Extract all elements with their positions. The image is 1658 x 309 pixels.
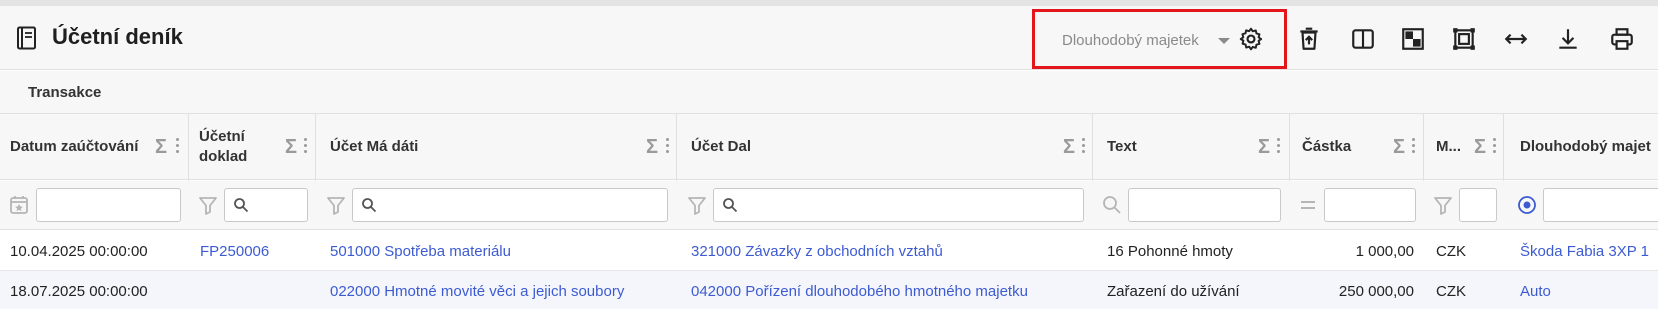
column-menu-icon[interactable] — [1493, 138, 1496, 156]
filter-input-text[interactable] — [1128, 188, 1281, 222]
tab-bar: Transakce — [0, 71, 1658, 114]
tab-transakce[interactable]: Transakce — [28, 84, 101, 101]
column-menu-icon[interactable] — [304, 138, 307, 156]
sigma-icon[interactable]: Σ — [155, 136, 167, 159]
filter-input-dal[interactable] — [713, 188, 1084, 222]
cell-text: Zařazení do užívání — [1107, 282, 1240, 300]
column-header-doklad[interactable]: Účetní doklad Σ — [189, 114, 315, 180]
filter-icon[interactable] — [686, 194, 708, 216]
cell-dal-link[interactable]: 042000 Pořízení dlouhodobého hmotného ma… — [691, 271, 1089, 309]
column-header-dal[interactable]: Účet Dal Σ — [677, 114, 1092, 180]
cell-castka: 250 000,00 — [1338, 282, 1414, 300]
column-header-text[interactable]: Text Σ — [1093, 114, 1289, 180]
split-columns-icon[interactable] — [1346, 22, 1380, 56]
cell-text: 16 Pohonné hmoty — [1107, 242, 1233, 260]
gear-icon[interactable] — [1234, 22, 1268, 56]
filter-icon[interactable] — [1432, 194, 1454, 216]
cell-datum: 18.07.2025 00:00:00 — [10, 282, 148, 300]
fit-screen-icon[interactable] — [1447, 22, 1481, 56]
page-header: Účetní deník Dlouhodobý majetek — [0, 6, 1658, 70]
filter-row — [0, 181, 1658, 230]
page-title: Účetní deník — [52, 24, 183, 49]
filter-input-datum[interactable] — [36, 188, 181, 222]
equals-icon[interactable] — [1297, 194, 1319, 216]
view-select[interactable]: Dlouhodobý majetek — [1062, 32, 1199, 49]
search-icon[interactable] — [1101, 194, 1123, 216]
download-icon[interactable] — [1551, 22, 1585, 56]
column-header-majetek[interactable]: Dlouhodobý majet — [1504, 114, 1658, 180]
filter-input-castka[interactable] — [1324, 188, 1416, 222]
sigma-icon[interactable]: Σ — [1258, 136, 1270, 159]
column-menu-icon[interactable] — [1082, 138, 1085, 156]
sigma-icon[interactable]: Σ — [1474, 136, 1486, 159]
checker-icon[interactable] — [1396, 22, 1430, 56]
expand-horizontal-icon[interactable] — [1499, 22, 1533, 56]
cell-dal-link[interactable]: 321000 Závazky z obchodních vztahů — [691, 231, 1089, 271]
cell-doklad-link[interactable]: FP250006 — [200, 231, 312, 271]
delete-upload-icon[interactable] — [1292, 22, 1326, 56]
column-header-ma-dati[interactable]: Účet Má dáti Σ — [316, 114, 676, 180]
table-row[interactable]: 18.07.2025 00:00:00 022000 Hmotné movité… — [0, 271, 1658, 309]
calendar-icon[interactable] — [8, 194, 30, 216]
cell-ma-dati-link[interactable]: 022000 Hmotné movité věci a jejich soubo… — [330, 271, 674, 309]
filter-input-mena[interactable] — [1459, 188, 1497, 222]
table-row[interactable]: 10.04.2025 00:00:00 FP250006 501000 Spot… — [0, 231, 1658, 271]
cell-majetek-link[interactable]: Škoda Fabia 3XP 1 — [1520, 231, 1658, 271]
cell-ma-dati-link[interactable]: 501000 Spotřeba materiálu — [330, 231, 674, 271]
print-icon[interactable] — [1605, 22, 1639, 56]
chevron-down-icon[interactable] — [1218, 38, 1230, 44]
filter-input-ma-dati[interactable] — [352, 188, 668, 222]
column-menu-icon[interactable] — [1277, 138, 1280, 156]
search-icon — [361, 197, 377, 213]
sigma-icon[interactable]: Σ — [285, 136, 297, 159]
column-menu-icon[interactable] — [666, 138, 669, 156]
cell-mena: CZK — [1436, 242, 1466, 260]
radio-icon[interactable] — [1516, 194, 1538, 216]
cell-castka: 1 000,00 — [1355, 242, 1414, 260]
cell-doklad-link[interactable] — [200, 271, 312, 309]
column-header-mena[interactable]: M... Σ — [1424, 114, 1503, 180]
cell-datum: 10.04.2025 00:00:00 — [10, 242, 148, 260]
column-header-datum[interactable]: Datum zaúčtování Σ — [0, 114, 188, 180]
book-icon — [16, 26, 38, 50]
filter-input-majetek[interactable] — [1543, 188, 1658, 222]
column-menu-icon[interactable] — [176, 138, 179, 156]
filter-icon[interactable] — [325, 194, 347, 216]
filter-icon[interactable] — [197, 194, 219, 216]
sigma-icon[interactable]: Σ — [1393, 136, 1405, 159]
column-menu-icon[interactable] — [1412, 138, 1415, 156]
cell-majetek-link[interactable]: Auto — [1520, 271, 1658, 309]
search-icon — [233, 197, 249, 213]
sigma-icon[interactable]: Σ — [1063, 136, 1075, 159]
sigma-icon[interactable]: Σ — [646, 136, 658, 159]
cell-mena: CZK — [1436, 282, 1466, 300]
column-header-castka[interactable]: Částka Σ — [1290, 114, 1423, 180]
filter-input-doklad[interactable] — [224, 188, 308, 222]
search-icon — [722, 197, 738, 213]
